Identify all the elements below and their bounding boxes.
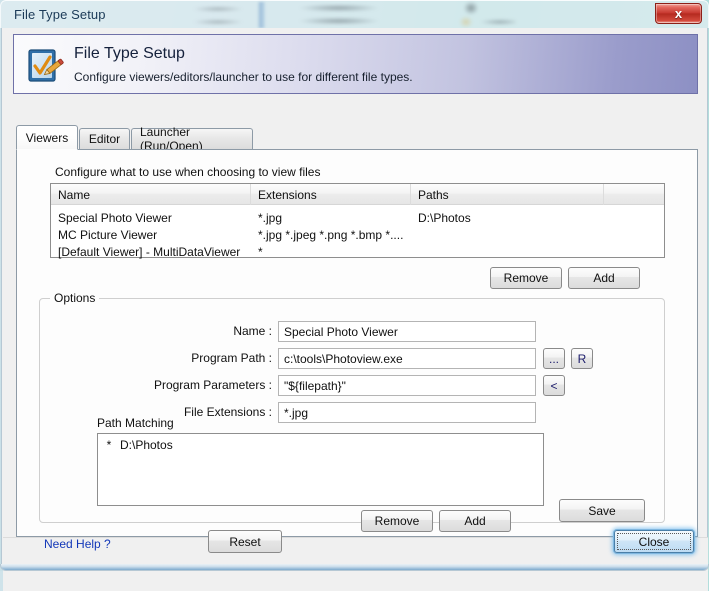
- program-parameters-input[interactable]: [278, 375, 536, 396]
- add-path-button[interactable]: Add: [439, 510, 511, 532]
- program-path-field-label: Program Path :: [191, 351, 272, 365]
- remove-path-button[interactable]: Remove: [361, 510, 433, 532]
- remove-viewer-button[interactable]: Remove: [490, 267, 562, 289]
- table-row[interactable]: [Default Viewer] - MultiDataViewer *: [51, 243, 664, 260]
- reset-label: Reset: [229, 534, 261, 549]
- cell-extensions: *.jpg: [258, 210, 283, 225]
- column-header-name-label: Name: [58, 187, 91, 202]
- cell-paths: D:\Photos: [418, 210, 471, 225]
- cell-name: Special Photo Viewer: [58, 210, 172, 225]
- column-header-spacer: [604, 184, 664, 205]
- save-button[interactable]: Save: [559, 499, 645, 522]
- desktop-blur-backdrop-highlight: [257, 2, 266, 28]
- path-matching-label: Path Matching: [97, 416, 174, 430]
- window-bottom-frame: [0, 564, 709, 571]
- tab-launcher[interactable]: Launcher (Run/Open): [131, 125, 253, 153]
- cell-name: MC Picture Viewer: [58, 227, 158, 242]
- table-row[interactable]: MC Picture Viewer *.jpg *.jpeg *.png *.b…: [51, 226, 664, 243]
- table-header-row: Name Extensions Paths: [51, 184, 664, 205]
- tab-viewers-label: Viewers: [25, 130, 69, 145]
- client-area: File Type Setup Configure viewers/editor…: [1, 28, 708, 591]
- close-dialog-label: Close: [638, 534, 670, 549]
- name-field-label: Name :: [233, 324, 272, 338]
- window-title: File Type Setup: [14, 7, 106, 22]
- column-header-extensions-label: Extensions: [258, 187, 317, 202]
- viewers-table[interactable]: Name Extensions Paths Special Photo View…: [50, 183, 665, 260]
- add-viewer-label: Add: [593, 271, 615, 285]
- program-path-input[interactable]: [278, 348, 536, 369]
- add-path-label: Add: [464, 514, 486, 528]
- window-close-button[interactable]: x: [655, 3, 702, 24]
- add-viewer-button[interactable]: Add: [568, 267, 640, 289]
- desktop-blur-backdrop: [186, 2, 516, 28]
- file-type-setup-window: File Type Setup x File Type Setup Config…: [0, 0, 709, 591]
- tab-viewers[interactable]: Viewers: [16, 125, 78, 150]
- panel-intro-text: Configure what to use when choosing to v…: [55, 165, 321, 179]
- column-header-name: Name: [51, 184, 251, 205]
- viewers-tab-panel: Configure what to use when choosing to v…: [16, 149, 698, 537]
- cell-extensions: *: [258, 244, 263, 259]
- remove-viewer-label: Remove: [503, 271, 549, 285]
- registry-icon: R: [577, 351, 587, 366]
- cell-paths: [411, 226, 604, 243]
- insert-variable-button[interactable]: <: [543, 375, 565, 396]
- title-bar: File Type Setup x: [0, 0, 709, 28]
- close-icon: x: [674, 6, 683, 21]
- name-input[interactable]: [278, 321, 536, 342]
- reset-button[interactable]: Reset: [208, 530, 282, 553]
- column-header-paths: Paths: [411, 184, 604, 205]
- need-help-link[interactable]: Need Help ?: [44, 537, 111, 551]
- close-dialog-button[interactable]: Close: [614, 530, 694, 553]
- column-header-extensions: Extensions: [251, 184, 411, 205]
- path-matching-path: D:\Photos: [120, 438, 173, 452]
- file-extensions-input[interactable]: [278, 402, 536, 423]
- remove-path-label: Remove: [374, 514, 420, 528]
- banner-subtitle: Configure viewers/editors/launcher to us…: [74, 70, 413, 84]
- header-banner: File Type Setup Configure viewers/editor…: [13, 34, 698, 94]
- banner-title: File Type Setup: [74, 45, 185, 62]
- path-matching-star: *: [106, 438, 112, 452]
- program-parameters-field-label: Program Parameters :: [153, 378, 272, 392]
- cell-extensions: *.jpg *.jpeg *.png *.bmp *....: [258, 227, 404, 242]
- tab-editor-label: Editor: [88, 132, 121, 146]
- options-group-legend: Options: [50, 291, 100, 305]
- cell-paths: [411, 243, 604, 260]
- registry-lookup-button[interactable]: R: [571, 348, 593, 369]
- path-matching-list[interactable]: * D:\Photos: [97, 433, 544, 506]
- save-label: Save: [588, 503, 616, 518]
- tab-editor[interactable]: Editor: [79, 128, 130, 149]
- ellipsis-icon: ...: [548, 351, 559, 366]
- browse-program-path-button[interactable]: ...: [543, 348, 565, 369]
- list-item[interactable]: * D:\Photos: [98, 437, 543, 453]
- table-row[interactable]: Special Photo Viewer *.jpg D:\Photos: [51, 209, 664, 226]
- chevron-left-icon: <: [550, 378, 558, 393]
- cell-name: [Default Viewer] - MultiDataViewer: [58, 244, 241, 259]
- column-header-paths-label: Paths: [418, 187, 449, 202]
- file-type-setup-icon: [28, 49, 64, 82]
- tab-strip: Viewers Editor Launcher (Run/Open): [16, 125, 698, 153]
